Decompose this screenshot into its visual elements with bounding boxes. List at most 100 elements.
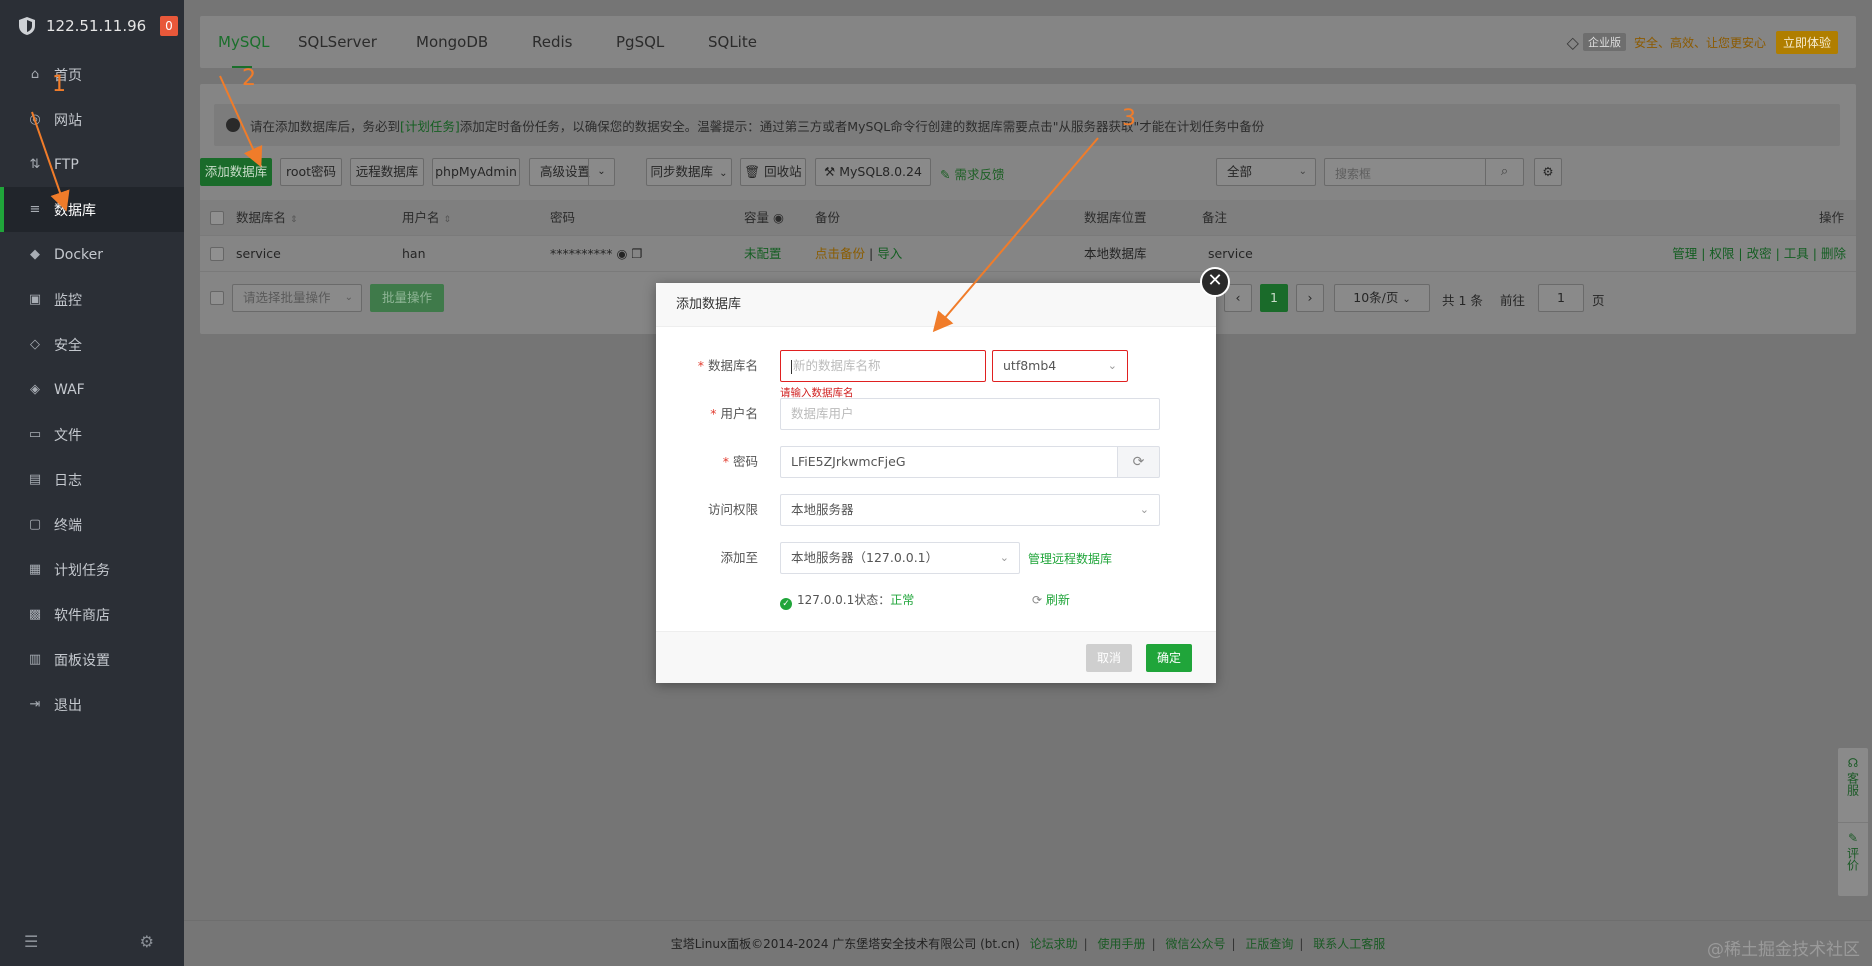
tab-sqlite[interactable]: SQLite — [708, 16, 757, 68]
sidebar-item-label: 软件商店 — [54, 607, 110, 624]
customer-service-button[interactable]: ☊ 客服 — [1838, 748, 1868, 822]
page-size-select[interactable]: 10条/页 ⌄ — [1334, 284, 1430, 312]
settings-gear-button[interactable]: ⚙ — [1534, 158, 1562, 186]
search-input[interactable]: 搜索框 ⌕ — [1324, 158, 1524, 186]
row-checkbox[interactable] — [210, 247, 224, 261]
search-icon[interactable]: ⌕ — [1485, 159, 1523, 185]
sidebar-item-label: 文件 — [54, 427, 82, 444]
op-manage-link[interactable]: 管理 — [1672, 246, 1697, 261]
cron-task-link[interactable]: [计划任务] — [400, 116, 460, 135]
row-capacity[interactable]: 未配置 — [744, 236, 782, 272]
review-button[interactable]: ✎ 评价 — [1838, 822, 1868, 896]
tab-mysql[interactable]: MySQL — [218, 16, 270, 68]
chevron-down-icon: ⌄ — [719, 168, 728, 179]
phpmyadmin-button[interactable]: phpMyAdmin — [432, 158, 520, 186]
sidebar-item-13[interactable]: ▥ 面板设置 — [0, 637, 184, 682]
sidebar-item-label: 日志 — [54, 472, 82, 489]
refresh-status-button[interactable]: ⟳ 刷新 — [1032, 591, 1070, 608]
import-link[interactable]: 导入 — [877, 246, 902, 261]
collapse-menu-icon[interactable]: ☰ — [24, 932, 38, 951]
try-now-button[interactable]: 立即体验 — [1775, 30, 1838, 54]
sidebar-item-6[interactable]: ◇ 安全 — [0, 322, 184, 367]
manage-remote-db-link[interactable]: 管理远程数据库 — [1028, 550, 1112, 567]
recycle-bin-label: 回收站 — [764, 164, 802, 179]
eye-icon[interactable]: ◉ — [616, 246, 627, 261]
sidebar-item-0[interactable]: ⌂ 首页 — [0, 52, 184, 97]
sidebar-item-5[interactable]: ▣ 监控 — [0, 277, 184, 322]
sidebar-item-14[interactable]: ⇥ 退出 — [0, 682, 184, 727]
page-1-button[interactable]: 1 — [1260, 284, 1288, 312]
terminal-icon: ▢ — [28, 516, 42, 532]
sidebar-item-label: Docker — [54, 246, 104, 263]
regenerate-password-button[interactable]: ⟳ — [1118, 446, 1160, 478]
gear-icon: ⚙ — [1542, 164, 1554, 179]
batch-operation-button[interactable]: 批量操作 — [370, 284, 444, 312]
username-row: * 用户名 数据库用户 — [656, 398, 1216, 430]
notification-badge[interactable]: 0 — [160, 16, 178, 36]
username-input[interactable]: 数据库用户 — [780, 398, 1160, 430]
annotation-2: 2 — [242, 66, 256, 91]
close-dialog-icon[interactable]: ✕ — [1200, 267, 1230, 297]
feedback-link[interactable]: ✎ 需求反馈 — [940, 164, 1004, 183]
charset-select[interactable]: utf8mb4 ⌄ — [992, 350, 1128, 382]
password-input[interactable]: LFiE5ZJrkwmcFjeG — [780, 446, 1118, 478]
sidebar-item-1[interactable]: ◎ 网站 — [0, 97, 184, 142]
sidebar-item-12[interactable]: ▩ 软件商店 — [0, 592, 184, 637]
footer-checkbox[interactable] — [210, 291, 224, 305]
batch-operation-select[interactable]: 请选择批量操作 ⌄ — [232, 284, 362, 312]
cancel-button[interactable]: 取消 — [1086, 644, 1133, 672]
op-tools-link[interactable]: 工具 — [1784, 246, 1809, 261]
footer-link-wechat[interactable]: 微信公众号 — [1165, 937, 1225, 951]
eye-icon[interactable]: ◉ — [773, 210, 784, 225]
tab-mongodb[interactable]: MongoDB — [416, 16, 488, 68]
goto-page-input[interactable]: 1 — [1538, 284, 1584, 312]
sidebar-item-3[interactable]: ≡ 数据库 — [0, 187, 184, 232]
add-to-row: 添加至 本地服务器（127.0.0.1） ⌄ 管理远程数据库 — [656, 542, 1216, 574]
db-name-row: * 数据库名 新的数据库名称 utf8mb4 ⌄ — [656, 350, 1216, 382]
access-label: 访问权限 — [707, 502, 758, 517]
sidebar-item-9[interactable]: ▤ 日志 — [0, 457, 184, 502]
advanced-settings-dropdown[interactable]: 高级设置 ⌄ — [529, 158, 615, 186]
filter-select[interactable]: 全部 ⌄ — [1216, 158, 1316, 186]
access-select[interactable]: 本地服务器 ⌄ — [780, 494, 1160, 526]
db-name-input[interactable]: 新的数据库名称 — [780, 350, 986, 382]
sidebar-item-2[interactable]: ⇅ FTP — [0, 142, 184, 187]
copy-icon[interactable]: ❐ — [631, 246, 642, 261]
db-name-label: * 数据库名 — [697, 358, 758, 373]
trash-icon: 🗑 — [744, 164, 761, 179]
col-db-name[interactable]: 数据库名 ⇕ — [236, 200, 298, 236]
op-permission-link[interactable]: 权限 — [1709, 246, 1734, 261]
select-all-checkbox[interactable] — [210, 211, 224, 225]
sidebar-item-label: 数据库 — [54, 202, 96, 219]
refresh-icon: ⟳ — [1132, 454, 1145, 470]
mysql-version-button[interactable]: ⚒ MySQL8.0.24 — [815, 158, 931, 186]
footer-link-support[interactable]: 联系人工客服 — [1313, 937, 1385, 951]
footer-link-forum[interactable]: 论坛求助 — [1030, 937, 1078, 951]
backup-now-link[interactable]: 点击备份 — [815, 246, 865, 261]
footer-link-genuine[interactable]: 正版查询 — [1245, 937, 1293, 951]
next-page-button[interactable]: › — [1296, 284, 1324, 312]
col-username[interactable]: 用户名 ⇕ — [402, 200, 451, 236]
row-password: ********** ◉ ❐ — [550, 246, 643, 261]
root-password-button[interactable]: root密码 — [280, 158, 342, 186]
sync-database-dropdown[interactable]: 同步数据库 ⌄ — [646, 158, 732, 186]
remote-db-button[interactable]: 远程数据库 — [350, 158, 424, 186]
sidebar-item-7[interactable]: ◈ WAF — [0, 367, 184, 412]
sidebar-item-11[interactable]: ▦ 计划任务 — [0, 547, 184, 592]
sidebar-item-8[interactable]: ▭ 文件 — [0, 412, 184, 457]
col-capacity: 容量 ◉ — [744, 210, 784, 225]
sidebar-item-4[interactable]: ◆ Docker — [0, 232, 184, 277]
recycle-bin-button[interactable]: 🗑 回收站 — [740, 158, 806, 186]
confirm-button[interactable]: 确定 — [1146, 644, 1193, 672]
op-change-password-link[interactable]: 改密 — [1747, 246, 1772, 261]
theme-toggle-icon[interactable]: ⚙ — [140, 932, 154, 951]
footer-link-manual[interactable]: 使用手册 — [1098, 937, 1146, 951]
tab-sqlserver[interactable]: SQLServer — [298, 16, 377, 68]
tab-redis[interactable]: Redis — [532, 16, 572, 68]
op-delete-link[interactable]: 删除 — [1821, 246, 1846, 261]
promo-slogan: 安全、高效、让您更安心 — [1633, 35, 1766, 50]
add-database-button[interactable]: 添加数据库 — [200, 158, 272, 186]
tab-pgsql[interactable]: PgSQL — [616, 16, 664, 68]
add-to-select[interactable]: 本地服务器（127.0.0.1） ⌄ — [780, 542, 1020, 574]
sidebar-item-10[interactable]: ▢ 终端 — [0, 502, 184, 547]
